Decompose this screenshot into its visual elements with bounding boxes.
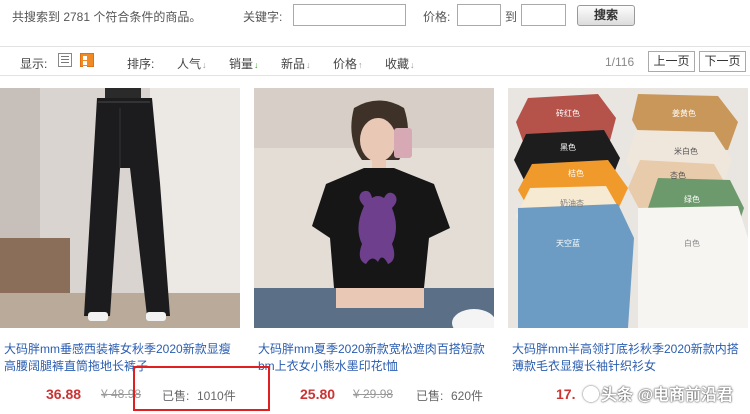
sort-favorites-label: 收藏 bbox=[385, 57, 410, 71]
product-image[interactable]: 砖红色 姜黄色 黑色 米白色 桔色 杏色 奶油杏 绿色 天空蓝 白色 bbox=[508, 88, 748, 328]
price-max-input[interactable] bbox=[521, 4, 566, 26]
next-page-button[interactable]: 下一页 bbox=[699, 51, 746, 72]
sort-label: 排序: bbox=[127, 57, 155, 71]
sort-popularity[interactable]: 人气↓ bbox=[177, 55, 207, 72]
product-title[interactable]: 大码胖mm夏季2020新款宽松遮肉百搭短款bm上衣女小熊水墨印花t恤 bbox=[258, 341, 494, 375]
shirt-label: 姜黄色 bbox=[672, 108, 696, 118]
sort-price[interactable]: 价格↑ bbox=[333, 55, 363, 72]
product-image[interactable] bbox=[254, 88, 494, 328]
sort-sales[interactable]: 销量↓ bbox=[229, 55, 259, 72]
highlight-box bbox=[133, 366, 270, 411]
product-price: 17. bbox=[556, 386, 576, 402]
shirt-label: 绿色 bbox=[684, 194, 700, 204]
product-image[interactable] bbox=[0, 88, 240, 328]
keyword-label: 关键字: bbox=[243, 10, 283, 24]
sort-down-arrow-icon: ↓ bbox=[306, 60, 311, 70]
shirt-label: 黑色 bbox=[560, 142, 576, 152]
sort-price-label: 价格 bbox=[333, 57, 358, 71]
list-view-icon[interactable] bbox=[58, 53, 72, 67]
sort-sales-label: 销量 bbox=[229, 57, 254, 71]
sort-down-arrow-icon: ↓ bbox=[254, 60, 259, 70]
price-min-input[interactable] bbox=[457, 4, 501, 26]
sort-newest-label: 新品 bbox=[281, 57, 306, 71]
product-title[interactable]: 大码胖mm半高领打底衫秋季2020新款内搭薄款毛衣显瘦长袖针织衫女 bbox=[512, 341, 748, 375]
sold-label: 已售: bbox=[416, 389, 444, 403]
search-bar: 共搜索到 2781 个符合条件的商品。 关键字: 价格: 到 搜索 bbox=[0, 0, 750, 35]
result-summary: 共搜索到 2781 个符合条件的商品。 bbox=[12, 10, 202, 24]
product-original-price: ¥ 29.98 bbox=[353, 387, 394, 401]
sold-count: 620件 bbox=[451, 389, 484, 403]
watermark-text: 头条 @电商前沿君 bbox=[601, 387, 734, 404]
sort-up-arrow-icon: ↑ bbox=[358, 60, 363, 70]
prev-page-button[interactable]: 上一页 bbox=[648, 51, 695, 72]
search-button[interactable]: 搜索 bbox=[577, 5, 635, 26]
page-count: 1/116 bbox=[605, 55, 635, 69]
price-to-label: 到 bbox=[505, 10, 518, 24]
shirt-label: 杏色 bbox=[670, 170, 686, 180]
product-price: 25.80 bbox=[300, 386, 336, 402]
product-card[interactable]: 大码胖mm夏季2020新款宽松遮肉百搭短款bm上衣女小熊水墨印花t恤 25.80… bbox=[254, 88, 494, 414]
sort-toolbar: 显示: 排序: 人气↓ 销量↓ 新品↓ 价格↑ 收藏↓ 1/116 上一页 下一… bbox=[0, 46, 750, 76]
shirt-label: 白色 bbox=[684, 238, 700, 248]
shirt-label: 奶油杏 bbox=[560, 198, 584, 208]
sort-favorites[interactable]: 收藏↓ bbox=[385, 55, 415, 72]
shirt-label: 米白色 bbox=[674, 146, 698, 156]
product-card[interactable]: 砖红色 姜黄色 黑色 米白色 桔色 杏色 奶油杏 绿色 天空蓝 白色 大码胖mm… bbox=[508, 88, 748, 414]
product-price: 36.88 bbox=[46, 386, 82, 402]
shirt-label: 桔色 bbox=[568, 168, 584, 178]
grid-view-icon[interactable] bbox=[80, 53, 94, 75]
shirt-label: 砖红色 bbox=[556, 108, 580, 118]
sort-popularity-label: 人气 bbox=[177, 57, 202, 71]
sort-down-arrow-icon: ↓ bbox=[410, 60, 415, 70]
shirt-label: 天空蓝 bbox=[556, 238, 580, 248]
watermark-logo-icon bbox=[583, 386, 599, 402]
watermark: 头条 @电商前沿君 bbox=[583, 381, 733, 405]
sort-down-arrow-icon: ↓ bbox=[202, 60, 207, 70]
display-label: 显示: bbox=[20, 57, 48, 71]
keyword-input[interactable] bbox=[293, 4, 406, 26]
price-label: 价格: bbox=[423, 10, 451, 24]
sort-newest[interactable]: 新品↓ bbox=[281, 55, 311, 72]
